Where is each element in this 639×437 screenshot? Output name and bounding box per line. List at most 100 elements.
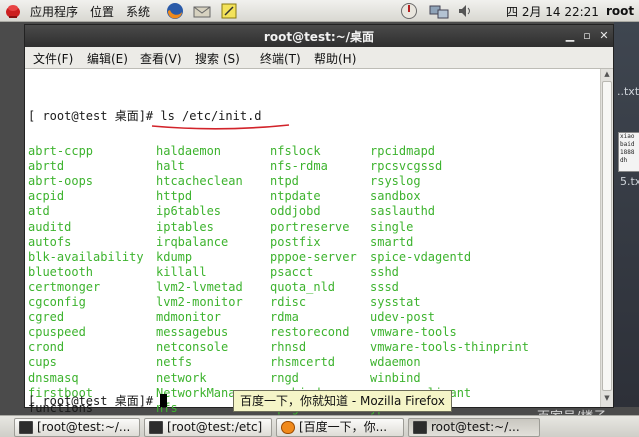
system-menu[interactable]: 系统: [126, 0, 150, 22]
scrollbar[interactable]: ▲ ▼: [600, 69, 613, 407]
listing-entry: rngd: [270, 370, 299, 385]
listing-entry: abrtd: [28, 159, 65, 174]
menu-view[interactable]: 查看(V): [140, 50, 182, 67]
listing-entry: lvm2-monitor: [156, 295, 243, 309]
listing-entry: cups: [28, 355, 57, 370]
desktop-background: ..txt xiao baid 1888 dh 5.txt: [614, 22, 639, 407]
taskbar: [root@test:~/... [root@test:/etc] [百度一下，…: [0, 415, 639, 437]
title-bar[interactable]: root@test:~/桌面 ▁ ▫ ✕: [25, 25, 613, 47]
listing-entry: pppoe-server: [270, 249, 357, 264]
listing-entry: htcacheclean: [156, 174, 243, 189]
firefox-icon: [281, 421, 295, 434]
terminal-output[interactable]: [ root@test 桌面]# ls /etc/init.d abrt-ccp…: [25, 69, 600, 415]
listing-entry: kdump: [156, 249, 193, 264]
user-menu[interactable]: root: [606, 0, 634, 22]
scroll-up-icon[interactable]: ▲: [601, 70, 613, 81]
listing-entry: httpd: [156, 189, 193, 204]
taskbar-item-terminal-active[interactable]: root@test:~/...: [408, 418, 540, 437]
network-icon[interactable]: [429, 2, 449, 20]
listing-entry: haldaemon: [156, 144, 222, 158]
listing-entry: acpid: [28, 189, 65, 204]
listing-entry: ntpdate: [270, 189, 321, 204]
taskbar-label: [root@test:~/...: [37, 420, 131, 434]
listing-entry: rdma: [270, 310, 299, 325]
listing-entry: vmware-tools-thinprint: [370, 340, 529, 355]
listing-entry: abrt-ccpp: [28, 144, 94, 158]
listing-entry: spice-vdagentd: [370, 249, 472, 264]
listing-entry: certmonger: [28, 279, 101, 294]
listing-entry: ntpd: [270, 174, 299, 189]
scroll-down-icon[interactable]: ▼: [601, 394, 613, 405]
top-panel: 应用程序 位置 系统 四 2月 14 22:21 root: [0, 0, 639, 22]
taskbar-item-terminal-2[interactable]: [root@test:/etc]: [144, 418, 272, 437]
listing-entry: nfslock: [270, 144, 321, 158]
mail-icon[interactable]: [193, 2, 211, 20]
desktop-file-label[interactable]: 5.txt: [620, 175, 639, 188]
places-menu[interactable]: 位置: [90, 0, 114, 22]
fedora-logo-icon[interactable]: [4, 2, 22, 20]
listing-entry: blk-availability: [28, 249, 144, 264]
listing-entry: postfix: [270, 234, 321, 249]
applications-menu[interactable]: 应用程序: [30, 0, 78, 22]
notes-icon[interactable]: [220, 2, 238, 20]
listing-entry: netfs: [156, 355, 193, 370]
listing-entry: rpcsvcgssd: [370, 159, 443, 174]
listing-entry: vmware-tools: [370, 325, 457, 340]
taskbar-label: root@test:~/...: [431, 420, 520, 434]
menu-terminal[interactable]: 终端(T): [260, 50, 301, 67]
clock[interactable]: 四 2月 14 22:21: [506, 0, 599, 22]
terminal-icon: [413, 421, 427, 434]
listing-entry: winbind: [370, 370, 421, 385]
shell-prompt: [ root@test 桌面]#: [28, 394, 161, 408]
menu-bar: 文件(F) 编辑(E) 查看(V) 搜索 (S) 终端(T) 帮助(H): [25, 47, 613, 69]
listing-entry: abrt-oops: [28, 174, 94, 189]
firefox-icon[interactable]: [166, 2, 184, 20]
listing-entry: saslauthd: [370, 204, 436, 219]
text-cursor: [160, 394, 168, 407]
listing-entry: restorecond: [270, 325, 350, 340]
listing-entry: irqbalance: [156, 234, 229, 249]
update-icon[interactable]: [400, 2, 418, 20]
taskbar-item-firefox[interactable]: [百度一下，你...: [276, 418, 404, 437]
taskbar-item-terminal-1[interactable]: [root@test:~/...: [14, 418, 140, 437]
listing-entry: udev-post: [370, 310, 436, 325]
preview-line: xiao: [620, 133, 635, 140]
listing-entry: nfs-rdma: [270, 159, 328, 174]
listing-entry: cgred: [28, 310, 65, 325]
listing-entry: dnsmasq: [28, 370, 79, 385]
listing-entry: rhsmcertd: [270, 355, 336, 370]
listing-entry: portreserve: [270, 219, 350, 234]
taskbar-label: [百度一下，你...: [299, 420, 388, 434]
scroll-thumb[interactable]: [602, 81, 612, 391]
shell-prompt: [ root@test 桌面]#: [28, 109, 161, 123]
listing-entry: iptables: [156, 219, 214, 234]
listing-entry: atd: [28, 204, 50, 219]
desktop-file-preview[interactable]: xiao baid 1888 dh: [618, 132, 639, 172]
minimize-icon[interactable]: ▁: [563, 29, 577, 43]
listing-entry: lvm2-lvmetad: [156, 279, 243, 294]
listing-entry: netconsole: [156, 340, 229, 355]
tooltip: 百度一下，你就知道 - Mozilla Firefox: [233, 390, 452, 412]
listing-entry: oddjobd: [270, 204, 321, 219]
listing-entry: auditd: [28, 219, 72, 234]
listing-entry: cgconfig: [28, 295, 86, 309]
taskbar-label: [root@test:/etc]: [167, 420, 263, 434]
command-text: ls /etc/init.d: [160, 109, 262, 123]
listing-entry: psacct: [270, 264, 314, 279]
close-icon[interactable]: ✕: [597, 29, 611, 43]
maximize-icon[interactable]: ▫: [580, 29, 594, 43]
listing-entry: crond: [28, 340, 65, 355]
desktop-file-label[interactable]: ..txt: [617, 85, 639, 98]
terminal-icon: [19, 421, 33, 434]
menu-file[interactable]: 文件(F): [33, 50, 73, 67]
preview-line: dh: [620, 157, 628, 164]
menu-help[interactable]: 帮助(H): [314, 50, 356, 67]
terminal-window: root@test:~/桌面 ▁ ▫ ✕ 文件(F) 编辑(E) 查看(V) 搜…: [24, 24, 614, 415]
listing-entry: sandbox: [370, 189, 421, 204]
volume-icon[interactable]: [456, 2, 474, 20]
menu-search[interactable]: 搜索 (S): [195, 50, 240, 67]
command-line: [ root@test 桌面]# ls /etc/init.d: [28, 109, 262, 124]
listing-entry: rpcidmapd: [370, 144, 436, 158]
command-line: [ root@test 桌面]#: [28, 394, 168, 409]
menu-edit[interactable]: 编辑(E): [87, 50, 128, 67]
